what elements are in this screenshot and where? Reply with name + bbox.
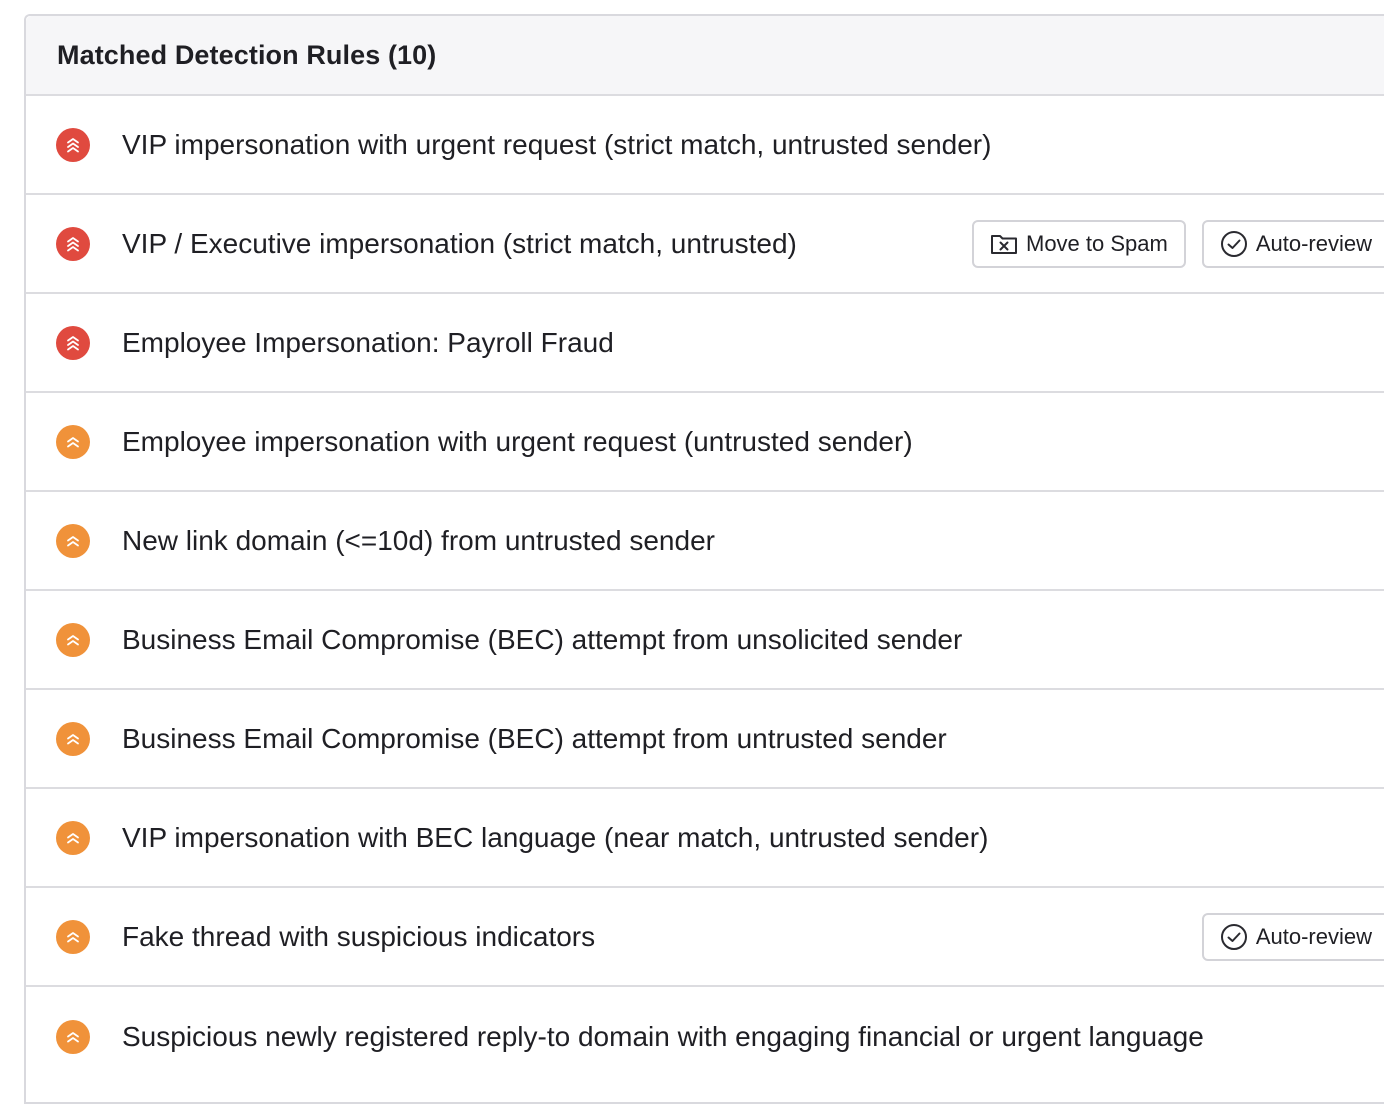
move-to-spam-button[interactable]: Move to Spam	[972, 219, 1186, 268]
rule-label: VIP impersonation with urgent request (s…	[122, 128, 992, 160]
panel-header: Matched Detection Rules (10)	[26, 16, 1384, 96]
double-chevron-up-icon	[56, 721, 90, 756]
double-chevron-up-icon	[56, 1019, 90, 1054]
double-chevron-up-icon	[56, 820, 90, 855]
rule-label: New link domain (<=10d) from untrusted s…	[122, 524, 715, 556]
rule-list: VIP impersonation with urgent request (s…	[26, 96, 1384, 1086]
double-chevron-up-icon	[56, 622, 90, 657]
double-chevron-up-icon	[56, 523, 90, 558]
rule-actions: Auto-review	[1201, 912, 1384, 961]
rule-label: Business Email Compromise (BEC) attempt …	[122, 722, 947, 754]
rule-row[interactable]: Employee Impersonation: Payroll Fraud	[26, 294, 1384, 393]
auto-review-label: Auto-review	[1255, 923, 1372, 949]
rule-label: VIP / Executive impersonation (strict ma…	[122, 227, 797, 259]
double-chevron-up-icon	[56, 919, 90, 954]
rule-row[interactable]: Suspicious newly registered reply-to dom…	[26, 987, 1384, 1086]
rule-row[interactable]: Fake thread with suspicious indicators Au…	[26, 888, 1384, 987]
rule-label: Business Email Compromise (BEC) attempt …	[122, 623, 963, 655]
folder-x-icon	[990, 232, 1018, 256]
rule-actions: Move to Spam Auto-review	[972, 219, 1384, 268]
rule-label: Employee impersonation with urgent reque…	[122, 425, 913, 457]
rule-row[interactable]: Business Email Compromise (BEC) attempt …	[26, 690, 1384, 789]
auto-review-button[interactable]: Auto-review	[1201, 912, 1384, 961]
rule-row[interactable]: VIP impersonation with urgent request (s…	[26, 96, 1384, 195]
triple-chevron-up-icon	[56, 226, 90, 261]
rule-row[interactable]: New link domain (<=10d) from untrusted s…	[26, 492, 1384, 591]
panel-title: Matched Detection Rules (10)	[57, 39, 437, 70]
auto-review-label: Auto-review	[1255, 230, 1372, 256]
triple-chevron-up-icon	[56, 325, 90, 360]
triple-chevron-up-icon	[56, 127, 90, 162]
double-chevron-up-icon	[56, 424, 90, 459]
rule-label: Employee Impersonation: Payroll Fraud	[122, 326, 614, 358]
detection-rules-panel: Matched Detection Rules (10) VIP imperso…	[24, 14, 1384, 1104]
rule-row[interactable]: VIP / Executive impersonation (strict ma…	[26, 195, 1384, 294]
check-circle-icon	[1220, 923, 1248, 951]
rule-label: Suspicious newly registered reply-to dom…	[122, 1020, 1204, 1052]
rule-row[interactable]: VIP impersonation with BEC language (nea…	[26, 789, 1384, 888]
check-circle-icon	[1220, 230, 1248, 258]
auto-review-button[interactable]: Auto-review	[1201, 219, 1384, 268]
rule-row[interactable]: Employee impersonation with urgent reque…	[26, 393, 1384, 492]
move-to-spam-label: Move to Spam	[1026, 230, 1168, 256]
rule-label: VIP impersonation with BEC language (nea…	[122, 821, 989, 853]
rule-row[interactable]: Business Email Compromise (BEC) attempt …	[26, 591, 1384, 690]
rule-label: Fake thread with suspicious indicators	[122, 920, 596, 952]
